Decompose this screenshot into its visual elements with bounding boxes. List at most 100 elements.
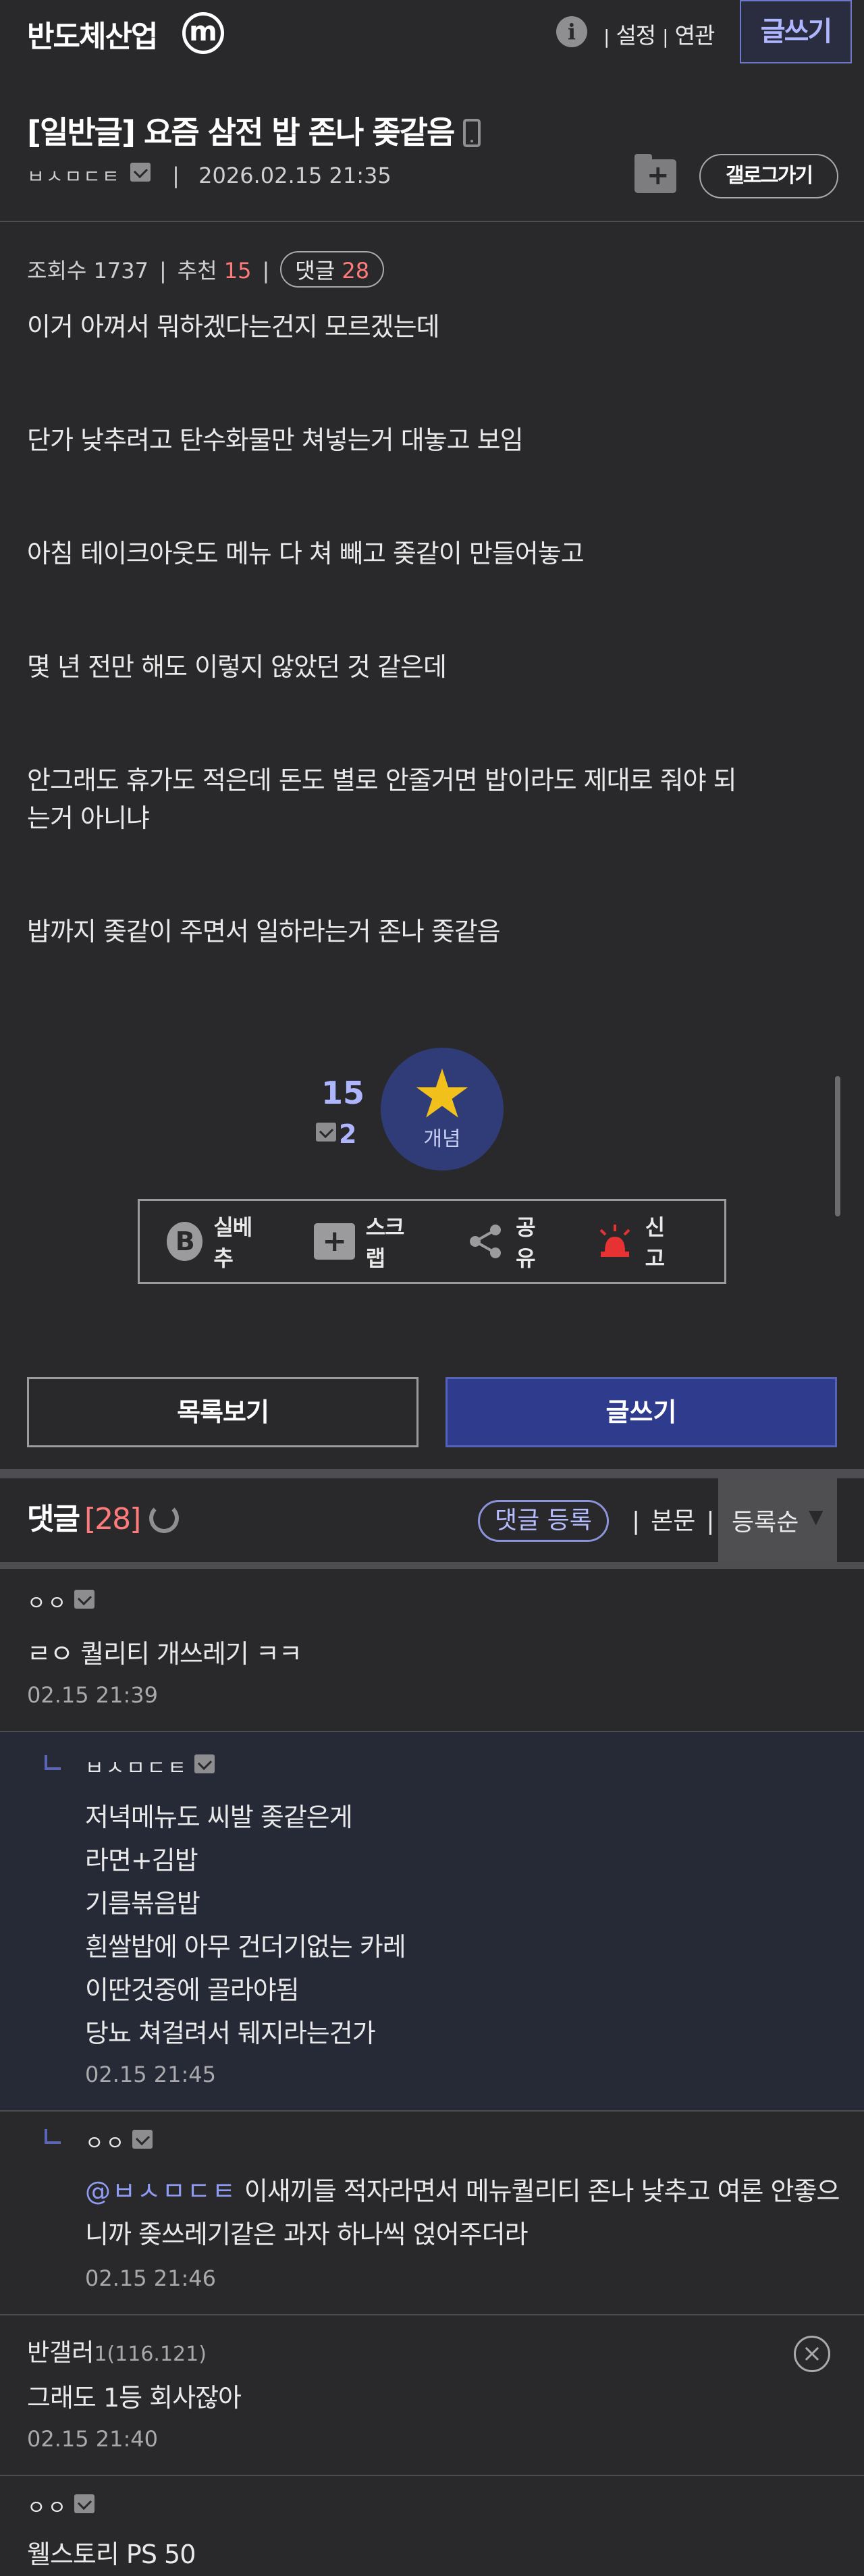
comment-item: ㅇㅇ ㄹㅇ 퀄리티 개쓰레기 ㅋㅋ 02.15 21:39 <box>0 1569 864 1731</box>
top-links: | 설정 | 연관 <box>597 18 716 50</box>
comments-title: 댓글 <box>27 1502 80 1536</box>
gallery-name[interactable]: 반도체산업 <box>27 12 158 55</box>
body-line <box>27 875 837 913</box>
comment-label: 댓글 <box>295 258 335 284</box>
comment-line: 당뇨 쳐걸려서 뒈지라는건가 <box>85 2018 376 2048</box>
info-icon[interactable]: i <box>556 16 587 47</box>
comment-text: ㄹㅇ 퀄리티 개쓰레기 ㅋㅋ <box>27 1639 302 1669</box>
separator: | <box>172 163 180 188</box>
nick-text: ㅂㅅㅁㄷㅌ <box>85 1756 188 1780</box>
comment-links: | 본문 | <box>621 1501 726 1536</box>
post-body: 이거 아껴서 뭐하겠다는건지 모르겠는데 단가 낮추려고 탄수화물만 쳐넣는거 … <box>27 308 837 950</box>
divider <box>0 221 864 222</box>
recommend-fixed-count: 2 <box>339 1119 357 1149</box>
mobile-phone-icon <box>463 119 481 147</box>
sort-value: 등록순 <box>732 1509 799 1536</box>
star-icon: ★ <box>412 1054 473 1133</box>
comment-line: 흰쌀밥에 아무 건더기없는 카레 <box>85 1932 406 1962</box>
scrap-button[interactable]: + 스크랩 <box>313 1210 418 1272</box>
comment-text: 저녁메뉴도 씨발 좆같은게 라면+김밥 기름볶음밥 흰쌀밥에 아무 건더기없는 … <box>85 1796 406 2055</box>
post-datetime: 2026.02.15 21:35 <box>198 163 392 188</box>
best-recommend-button[interactable]: B 실베추 <box>167 1210 267 1272</box>
comment-ip: 1(116.121) <box>94 2342 207 2366</box>
fixed-nick-icon <box>316 1123 336 1142</box>
fixed-nick-icon <box>132 2130 153 2149</box>
body-line: 는거 아니냐 <box>27 803 150 833</box>
share-icon <box>466 1222 505 1261</box>
comment-line-text: 이새끼들 적자라면서 메뉴퀄리티 존나 낮추고 여론 안좋으 <box>236 2176 840 2206</box>
nick-text: ㅇㅇ <box>27 2496 69 2520</box>
separator: | <box>262 258 270 284</box>
refresh-icon[interactable] <box>149 1503 180 1533</box>
comment-count-pill[interactable]: 댓글 28 <box>280 251 385 288</box>
recommend-total: 15 <box>321 1075 364 1111</box>
comment-nick[interactable]: 반갤러1(116.121) <box>27 2333 207 2368</box>
body-line <box>27 497 837 535</box>
reply-arrow-icon <box>45 2129 61 2144</box>
recommend-count: 15 <box>223 258 252 284</box>
body-line: 밥까지 좆같이 주면서 일하라는거 존나 좆같음 <box>27 917 501 946</box>
recommend-label: 추천 <box>177 258 217 284</box>
comment-line: 저녁메뉴도 씨발 좆같은게 <box>85 1802 353 1832</box>
body-line: 이거 아껴서 뭐하겠다는건지 모르겠는데 <box>27 312 440 342</box>
write-top-button[interactable]: 글쓰기 <box>740 0 852 63</box>
related-link[interactable]: 연관 <box>675 22 716 49</box>
recommend-button[interactable]: ★ 개념 <box>381 1048 504 1171</box>
chevron-down-icon: ▼ <box>809 1505 824 1528</box>
body-line <box>27 572 837 610</box>
separator: | <box>603 26 610 48</box>
nick-text: ㅇㅇ <box>85 2132 127 2155</box>
comment-line: 라면+김밥 <box>85 1846 198 1875</box>
section-divider <box>0 1562 864 1569</box>
comment-nick[interactable]: ㅂㅅㅁㄷㅌ <box>85 1751 217 1781</box>
body-link[interactable]: 본문 <box>651 1507 695 1535</box>
body-line <box>27 610 837 648</box>
body-line: 안그래도 휴가도 적은데 돈도 별로 안줄거면 밥이라도 제대로 줘야 되 <box>27 766 737 795</box>
post-actions: B 실베추 + 스크랩 공유 신고 <box>138 1199 726 1284</box>
comment-register-button[interactable]: 댓글 등록 <box>478 1500 609 1542</box>
comment-line: 니까 좆쓰레기같은 과자 하나씩 얹어주더라 <box>85 2220 529 2249</box>
write-button[interactable]: 글쓰기 <box>446 1377 837 1447</box>
post-title: [일반글] 요즘 삼전 밥 존나 좆같음 <box>27 108 481 153</box>
comment-text: @ㅂㅅㅁㄷㅌ 이새끼들 적자라면서 메뉴퀄리티 존나 낮추고 여론 안좋으 니까… <box>85 2170 848 2256</box>
nick-text: ㅇㅇ <box>27 1592 69 1615</box>
gallog-button[interactable]: 갤로그가기 <box>699 154 838 198</box>
body-line <box>27 686 837 724</box>
separator: | <box>706 1507 715 1535</box>
view-count: 조회수 1737 <box>27 258 148 284</box>
post-title-text: [일반글] 요즘 삼전 밥 존나 좆같음 <box>27 114 455 151</box>
body-line <box>27 346 837 383</box>
comment-time: 02.15 21:45 <box>85 2062 216 2087</box>
list-button[interactable]: 목록보기 <box>27 1377 418 1447</box>
share-button[interactable]: 공유 <box>466 1210 547 1272</box>
delete-close-icon[interactable]: × <box>794 2336 830 2372</box>
comment-line: 이딴것중에 골라야됨 <box>85 1975 300 2005</box>
fixed-nick-icon <box>74 1590 95 1609</box>
comment-nick[interactable]: ㅇㅇ <box>27 2491 97 2521</box>
comment-line: @ㅂㅅㅁㄷㅌ 이새끼들 적자라면서 메뉴퀄리티 존나 낮추고 여론 안좋으 <box>85 2170 848 2213</box>
settings-link[interactable]: 설정 <box>616 22 656 49</box>
action-label: 스크랩 <box>365 1214 405 1271</box>
comment-count: 28 <box>342 258 370 284</box>
report-button[interactable]: 신고 <box>595 1210 677 1272</box>
body-line: 몇 년 전만 해도 이렇지 않았던 것 같은데 <box>27 652 447 682</box>
scrollbar[interactable] <box>835 1076 840 1216</box>
section-divider <box>0 1469 864 1478</box>
sort-dropdown[interactable]: 등록순 ▼ <box>718 1478 837 1562</box>
comment-nick[interactable]: ㅇㅇ <box>85 2126 155 2156</box>
fixed-nick-icon <box>194 1754 215 1773</box>
comment-item: ㅇㅇ 웰스토리 PS 50 <box>0 2476 864 2573</box>
body-line <box>27 383 837 421</box>
action-label: 실베추 <box>213 1214 252 1271</box>
mention-link[interactable]: @ㅂㅅㅁㄷㅌ <box>85 2176 237 2206</box>
post-meta: ㅂㅅㅁㄷㅌ | 2026.02.15 21:35 <box>27 162 392 189</box>
post-author[interactable]: ㅂㅅㅁㄷㅌ <box>27 165 121 188</box>
action-label: 공유 <box>516 1214 535 1271</box>
separator: | <box>159 258 167 284</box>
action-label: 신고 <box>645 1214 665 1271</box>
minor-gallery-badge-icon: m <box>182 12 224 54</box>
add-folder-icon[interactable]: + <box>634 154 676 193</box>
comment-nick[interactable]: ㅇㅇ <box>27 1586 97 1616</box>
nick-text: 반갤러 <box>27 2339 94 2367</box>
site-header: 반도체산업 m i | 설정 | 연관 글쓰기 <box>0 0 864 66</box>
